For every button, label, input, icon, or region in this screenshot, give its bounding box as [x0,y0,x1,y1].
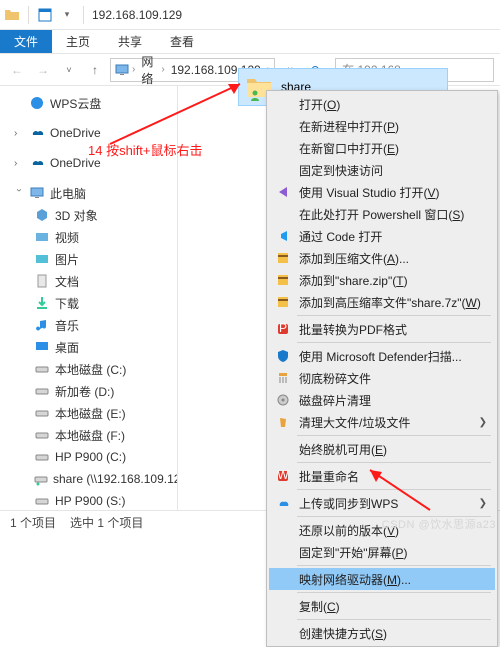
mi-vs[interactable]: 使用 Visual Studio 打开(V) [269,181,495,203]
mi-powershell[interactable]: 在此处打开 Powershell 窗口(S) [269,203,495,225]
mi-pdf[interactable]: P批量转换为PDF格式 [269,318,495,340]
wps-icon [29,95,45,111]
tree-diske[interactable]: 本地磁盘 (E:) [0,402,177,424]
mi-mapdrive[interactable]: 映射网络驱动器(M)... [269,568,495,590]
picture-icon [34,251,50,267]
folder-icon [4,7,20,23]
chevron-right-icon: ❯ [479,417,487,428]
status-count: 1 个项目 [10,514,56,531]
drive-icon [34,427,50,443]
monitor-icon [115,62,129,78]
shield-icon [275,348,291,364]
tree-desktop[interactable]: 桌面 [0,336,177,358]
context-menu: 打开(O) 在新进程中打开(P) 在新窗口中打开(E) 固定到快速访问 使用 V… [266,90,498,647]
tree-diskd[interactable]: 新加卷 (D:) [0,380,177,402]
vs-icon [275,184,291,200]
doc-icon [34,273,50,289]
mi-copy[interactable]: 复制(C) [269,595,495,617]
cube-icon [34,207,50,223]
tree-thispc[interactable]: ›此电脑 [0,182,177,204]
code-icon [275,228,291,244]
tree-diskc[interactable]: 本地磁盘 (C:) [0,358,177,380]
mi-pinquick[interactable]: 固定到快速访问 [269,159,495,181]
drive-icon [34,383,50,399]
dropdown-icon[interactable]: ▾ [59,7,75,23]
tab-home[interactable]: 主页 [52,30,104,53]
drive-icon [34,493,50,509]
watermark: CSDN @饮水思源a23 [382,516,496,532]
mi-clean[interactable]: 清理大文件/垃圾文件❯ [269,411,495,433]
drive-icon [34,361,50,377]
mi-wpsupload[interactable]: 上传或同步到WPS❯ [269,492,495,514]
tree-music[interactable]: 音乐 [0,314,177,336]
recent-dropdown[interactable]: ˅ [58,59,80,81]
tab-share[interactable]: 共享 [104,30,156,53]
mi-shred[interactable]: 彻底粉碎文件 [269,367,495,389]
zip-icon [275,294,291,310]
video-icon [34,229,50,245]
back-button[interactable]: ← [6,59,28,81]
mi-addzip[interactable]: 添加到压缩文件(A)... [269,247,495,269]
tree-downloads[interactable]: 下载 [0,292,177,314]
drive-icon [34,449,50,465]
tree-share-u[interactable]: share (\\192.168.109.128) (U:) [0,468,177,490]
props-icon[interactable] [37,7,53,23]
titlebar: ▾ 192.168.109.129 [0,0,500,30]
tree-documents[interactable]: 文档 [0,270,177,292]
rename-icon: W [275,468,291,484]
pdf-icon: P [275,321,291,337]
svg-text:W: W [277,469,289,482]
zip-icon [275,272,291,288]
clean-icon [275,414,291,430]
onedrive-icon [29,155,45,171]
tree-hps[interactable]: HP P900 (S:) [0,490,177,512]
mi-pinstart[interactable]: 固定到"开始"屏幕(P) [269,541,495,563]
mi-defender[interactable]: 使用 Microsoft Defender扫描... [269,345,495,367]
crumb-network[interactable]: 网络 [138,53,158,87]
mi-admin[interactable]: 始终脱机可用(E) [269,438,495,460]
onedrive-icon [29,125,45,141]
svg-text:P: P [279,322,287,335]
music-icon [34,317,50,333]
tree-pictures[interactable]: 图片 [0,248,177,270]
tree-wps[interactable]: WPS云盘 [0,92,177,114]
tree-videos[interactable]: 视频 [0,226,177,248]
annotation-14: 14 按shift+鼠标右击 [88,140,203,159]
status-selected: 选中 1 个项目 [70,514,143,531]
shred-icon [275,370,291,386]
drive-icon [34,405,50,421]
mi-rename[interactable]: W批量重命名 [269,465,495,487]
up-button[interactable]: ↑ [84,59,106,81]
netdrive-icon [34,471,48,487]
tree-hpc[interactable]: HP P900 (C:) [0,446,177,468]
mi-disk[interactable]: 磁盘碎片清理 [269,389,495,411]
mi-shortcut[interactable]: 创建快捷方式(S) [269,622,495,644]
forward-button[interactable]: → [32,59,54,81]
pc-icon [29,185,45,201]
zip-icon [275,250,291,266]
disk-icon [275,392,291,408]
tab-file[interactable]: 文件 [0,30,52,53]
mi-newwindow[interactable]: 在新窗口中打开(E) [269,137,495,159]
tree-diskf[interactable]: 本地磁盘 (F:) [0,424,177,446]
tree-3d[interactable]: 3D 对象 [0,204,177,226]
mi-newprocess[interactable]: 在新进程中打开(P) [269,115,495,137]
mi-add7z[interactable]: 添加到高压缩率文件"share.7z"(W) [269,291,495,313]
cloud-icon [275,495,291,511]
tab-view[interactable]: 查看 [156,30,208,53]
download-icon [34,295,50,311]
mi-code[interactable]: 通过 Code 打开 [269,225,495,247]
desktop-icon [34,339,50,355]
mi-addsharezip[interactable]: 添加到"share.zip"(T) [269,269,495,291]
window-title: 192.168.109.129 [92,8,182,22]
chevron-right-icon: ❯ [479,498,487,509]
mi-open[interactable]: 打开(O) [269,93,495,115]
menubar: 文件 主页 共享 查看 [0,30,500,54]
